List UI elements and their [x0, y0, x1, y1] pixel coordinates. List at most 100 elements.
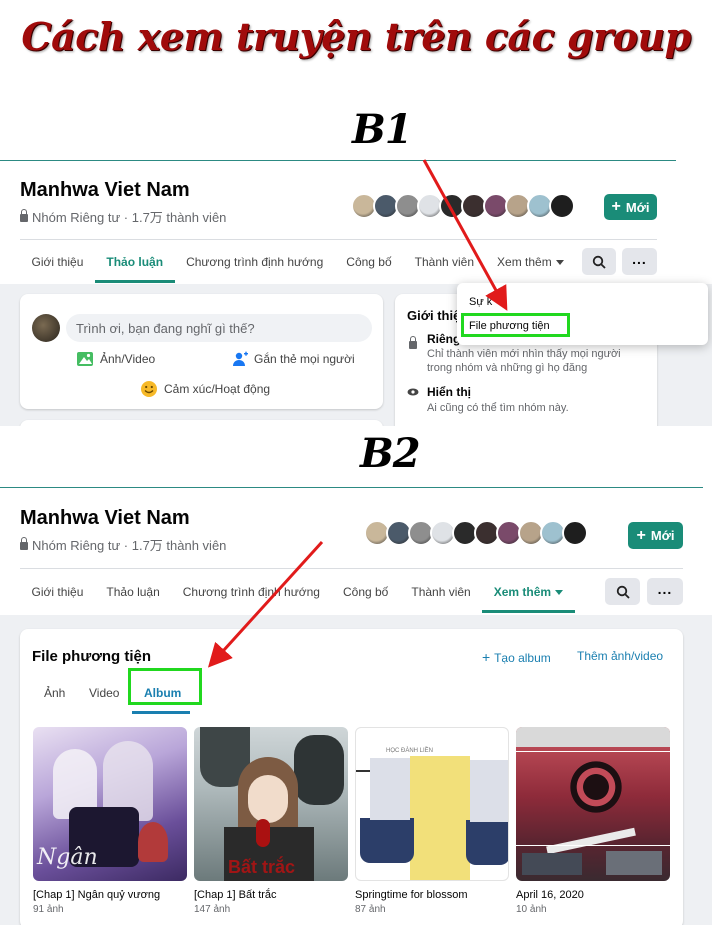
- search-button[interactable]: [582, 248, 616, 275]
- avatar[interactable]: [562, 520, 588, 546]
- tab-0[interactable]: Giới thiệu: [20, 585, 95, 599]
- photo-icon: [77, 352, 93, 366]
- top-divider: [0, 487, 703, 488]
- tab-2[interactable]: Chương trình định hướng: [175, 255, 335, 269]
- menu-item-events[interactable]: Sự k: [469, 296, 492, 308]
- member-avatars[interactable]: [364, 520, 588, 546]
- album-count: 10 ảnh: [516, 904, 547, 915]
- tab-4[interactable]: Thành viên: [403, 255, 485, 269]
- tab-label: Giới thiệu: [31, 585, 84, 599]
- album-name: April 16, 2020: [516, 889, 584, 901]
- lock-icon: [20, 537, 28, 550]
- photo-video-button[interactable]: Ảnh/Video: [76, 351, 155, 367]
- tab-3[interactable]: Công bố: [335, 255, 403, 269]
- top-divider: [0, 160, 676, 161]
- tag-people-button[interactable]: Gắn thẻ mọi người: [232, 351, 355, 367]
- member-avatars[interactable]: [351, 193, 575, 219]
- tab-label: Thành viên: [414, 255, 475, 269]
- new-button-label: Mới: [625, 199, 650, 215]
- privacy-title: Riêng: [427, 332, 461, 346]
- album-cover: Ngân: [33, 727, 187, 881]
- lock-icon: [20, 209, 28, 222]
- group-meta-text: Nhóm Riêng tư · 1.7万 thành viên: [32, 538, 227, 553]
- more-options-button[interactable]: ...: [647, 578, 683, 605]
- about-title: Giới thiệ: [407, 308, 461, 323]
- tab-label: Thành viên: [411, 585, 471, 599]
- panel-step-1: Manhwa Viet Nam Nhóm Riêng tư · 1.7万 thà…: [0, 160, 712, 426]
- tab-label: Thảo luận: [106, 585, 160, 599]
- album-count: 87 ảnh: [355, 904, 386, 915]
- create-album-label: Tạo album: [494, 651, 551, 665]
- tag-people-icon: [233, 351, 248, 366]
- album-card[interactable]: April 16, 2020 10 ảnh: [516, 727, 670, 915]
- tab-0[interactable]: Giới thiệu: [20, 255, 95, 269]
- smiley-icon: [141, 381, 157, 397]
- step-label-b2: B2: [360, 430, 421, 477]
- avatar[interactable]: [549, 193, 575, 219]
- album-card[interactable]: HỌC ĐÀNH LIỀN Springtime for blossom 87 …: [355, 727, 509, 915]
- album-count: 91 ảnh: [33, 904, 64, 915]
- tab-label: Công bố: [342, 585, 389, 599]
- album-count: 147 ảnh: [194, 904, 231, 915]
- visibility-title: Hiển thị: [427, 385, 471, 399]
- tab-5[interactable]: Xem thêm: [486, 255, 576, 269]
- feed-card-peek: [20, 420, 383, 426]
- ellipsis-icon: ...: [632, 250, 647, 267]
- header-divider: [20, 568, 683, 569]
- panel-step-2: Manhwa Viet Nam Nhóm Riêng tư · 1.7万 thà…: [0, 487, 712, 925]
- tab-3[interactable]: Công bố: [331, 585, 399, 599]
- group-meta: Nhóm Riêng tư · 1.7万 thành viên: [20, 207, 226, 226]
- privacy-desc-2: trong nhóm và những gì họ đăng: [427, 362, 588, 374]
- header-divider: [20, 239, 657, 240]
- tab-photos[interactable]: Ảnh: [44, 686, 65, 700]
- album-cover: Bất trắc: [194, 727, 348, 881]
- lock-icon: [409, 336, 417, 349]
- search-icon: [592, 255, 606, 269]
- tab-label: Xem thêm: [493, 585, 552, 599]
- new-button[interactable]: + Mới: [604, 194, 657, 220]
- add-photo-video-button[interactable]: Thêm ảnh/video: [577, 649, 663, 663]
- feeling-activity-label: Cảm xúc/Hoạt động: [164, 382, 271, 396]
- cover-art-lettering: Bất trắc: [228, 857, 296, 877]
- tab-4[interactable]: Thành viên: [400, 585, 482, 599]
- more-options-button[interactable]: ...: [622, 248, 657, 275]
- album-card[interactable]: Bất trắc [Chap 1] Bất trắc 147 ảnh: [194, 727, 348, 915]
- post-composer: Trình ơi, bạn đang nghĩ gì thế? Ảnh/Vide…: [20, 294, 383, 409]
- active-tab-underline: [482, 610, 575, 613]
- highlight-box-media-files: [461, 313, 570, 337]
- album-card[interactable]: Ngân [Chap 1] Ngân quỷ vương 91 ảnh: [33, 727, 187, 915]
- highlight-box-album: [128, 668, 202, 705]
- create-album-button[interactable]: + Tạo album: [482, 649, 551, 665]
- media-files-card: File phương tiện + Tạo album Thêm ảnh/vi…: [20, 629, 683, 925]
- avatar: [32, 314, 60, 342]
- tab-1[interactable]: Thảo luận: [95, 585, 171, 599]
- group-name[interactable]: Manhwa Viet Nam: [20, 507, 190, 530]
- group-name[interactable]: Manhwa Viet Nam: [20, 179, 190, 202]
- album-cover: HỌC ĐÀNH LIỀN: [355, 727, 509, 881]
- privacy-desc-1: Chỉ thành viên mới nhìn thấy mọi người: [427, 348, 621, 360]
- tab-label: Chương trình định hướng: [182, 585, 320, 599]
- tab-5[interactable]: Xem thêm: [482, 585, 575, 613]
- cover-art-lettering: Ngân: [37, 845, 98, 870]
- group-tabs: Giới thiệu Thảo luận Chương trình định hướ…: [20, 585, 575, 613]
- group-tabs: Giới thiệu Thảo luận Chương trình định hướ…: [20, 255, 576, 283]
- tab-2[interactable]: Chương trình định hướng: [171, 585, 331, 599]
- photo-video-label: Ảnh/Video: [100, 352, 156, 366]
- tab-1[interactable]: Thảo luận: [94, 255, 175, 283]
- group-meta: Nhóm Riêng tư · 1.7万 thành viên: [20, 535, 226, 554]
- post-input[interactable]: Trình ơi, bạn đang nghĩ gì thế?: [66, 314, 372, 342]
- search-button[interactable]: [605, 578, 640, 605]
- tab-label: Xem thêm: [497, 255, 552, 269]
- plus-icon: +: [611, 198, 621, 215]
- album-name: [Chap 1] Bất trắc: [194, 889, 277, 901]
- album-cover: [516, 727, 670, 881]
- feeling-activity-button[interactable]: Cảm xúc/Hoạt động: [140, 380, 270, 398]
- tab-videos[interactable]: Video: [89, 686, 119, 700]
- tab-label: Giới thiệu: [31, 255, 84, 269]
- album-name: [Chap 1] Ngân quỷ vương: [33, 889, 161, 901]
- tag-people-label: Gắn thẻ mọi người: [254, 352, 355, 366]
- tab-label: Chương trình định hướng: [186, 255, 324, 269]
- step-label-b1: B1: [352, 106, 413, 153]
- chevron-down-icon: [555, 260, 564, 266]
- new-button[interactable]: + Mới: [628, 522, 683, 549]
